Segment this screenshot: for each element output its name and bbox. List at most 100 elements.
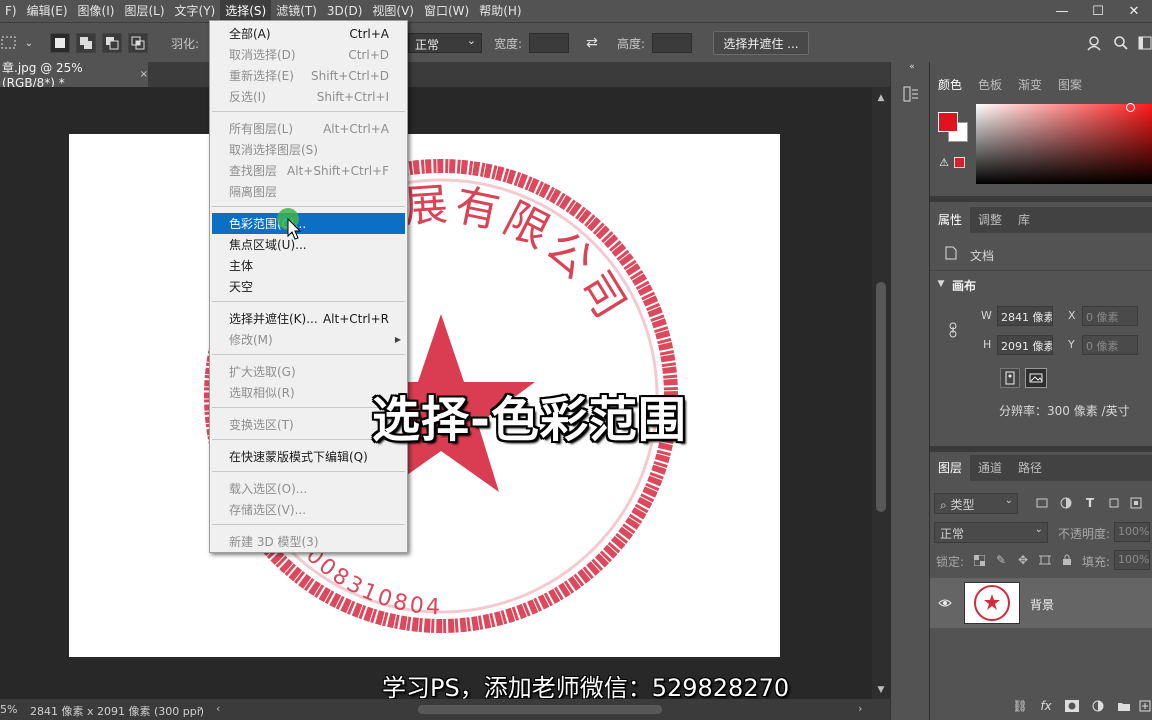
filter-type-icon[interactable]: T bbox=[1082, 495, 1098, 511]
swap-arrows-icon[interactable]: ⇄ bbox=[583, 34, 601, 52]
height-input[interactable] bbox=[652, 33, 692, 53]
blend-mode-select[interactable]: 正常 ⌄ bbox=[934, 522, 1048, 543]
scroll-up-icon[interactable]: ▲ bbox=[872, 91, 890, 105]
menu-edit[interactable]: 编辑(E) bbox=[22, 0, 73, 22]
tab-patterns[interactable]: 图案 bbox=[1058, 72, 1082, 98]
menu-3d[interactable]: 3D(D) bbox=[322, 0, 367, 22]
menu-layer[interactable]: 图层(L) bbox=[119, 0, 169, 22]
layer-name[interactable]: 背景 bbox=[1030, 596, 1054, 613]
new-layer-icon[interactable] bbox=[1138, 698, 1152, 714]
gamut-warning-icon[interactable]: ⚠ bbox=[938, 156, 950, 169]
menu-item-reselect[interactable]: 重新选择(E) Shift+Ctrl+D bbox=[212, 65, 405, 86]
new-adjustment-layer-icon[interactable] bbox=[1090, 698, 1106, 714]
menu-item-isolate-layers[interactable]: 隔离图层 bbox=[212, 181, 405, 202]
zoom-level[interactable]: 5% bbox=[0, 703, 17, 716]
filter-smart-object-icon[interactable] bbox=[1128, 495, 1144, 511]
close-icon[interactable]: × bbox=[140, 69, 148, 80]
chevron-right-icon[interactable]: › bbox=[198, 702, 202, 715]
filter-shape-icon[interactable] bbox=[1106, 495, 1122, 511]
search-icon[interactable] bbox=[1112, 34, 1130, 52]
portrait-orientation-icon[interactable] bbox=[1000, 368, 1020, 388]
menu-filter[interactable]: 滤镜(T) bbox=[271, 0, 322, 22]
menu-item-grow[interactable]: 扩大选取(G) bbox=[212, 361, 405, 382]
workspace-icon[interactable] bbox=[1136, 34, 1152, 52]
color-field[interactable] bbox=[976, 104, 1152, 184]
menu-item-select-and-mask[interactable]: 选择并遮住(K)... Alt+Ctrl+R bbox=[212, 308, 405, 329]
canvas-y-field[interactable]: 0 像素 bbox=[1082, 335, 1138, 355]
lock-artboard-icon[interactable] bbox=[1038, 553, 1052, 567]
menu-view[interactable]: 视图(V) bbox=[367, 0, 419, 22]
canvas-width-field[interactable]: 2841 像素 bbox=[997, 306, 1053, 326]
filter-adjustment-icon[interactable] bbox=[1058, 495, 1074, 511]
tab-gradients[interactable]: 渐变 bbox=[1018, 72, 1042, 98]
user-help-icon[interactable] bbox=[1085, 34, 1103, 52]
menu-item-sky[interactable]: 天空 bbox=[212, 276, 405, 297]
chevron-down-icon[interactable]: ▼ bbox=[936, 278, 946, 290]
opacity-field[interactable]: 100% bbox=[1114, 522, 1150, 542]
color-picker-handle[interactable] bbox=[1126, 103, 1135, 112]
vertical-scrollbar[interactable]: ▲ ▼ bbox=[872, 87, 890, 699]
minimize-button[interactable]: — bbox=[1044, 0, 1080, 22]
menu-item-modify[interactable]: 修改(M) ▶ bbox=[212, 329, 405, 350]
menu-item-focus-area[interactable]: 焦点区域(U)... bbox=[212, 234, 405, 255]
document-tab[interactable]: 章.jpg @ 25%(RGB/8*) * × bbox=[0, 61, 148, 90]
menu-item-inverse[interactable]: 反选(I) Shift+Ctrl+I bbox=[212, 86, 405, 107]
lock-transparent-icon[interactable] bbox=[972, 553, 986, 567]
new-group-icon[interactable] bbox=[1116, 698, 1132, 714]
menu-item-subject[interactable]: 主体 bbox=[212, 255, 405, 276]
lock-pixels-icon[interactable]: ✎ bbox=[994, 553, 1008, 567]
menu-item-save-selection[interactable]: 存储选区(V)... bbox=[212, 499, 405, 520]
horizontal-scroll-thumb[interactable] bbox=[418, 705, 662, 714]
layer-filter-select[interactable]: ⌕ 类型 ⌄ bbox=[934, 493, 1018, 514]
close-window-button[interactable]: ✕ bbox=[1116, 0, 1152, 22]
menu-type[interactable]: 文字(Y) bbox=[170, 0, 221, 22]
intersect-selection-button[interactable] bbox=[128, 33, 148, 53]
fx-icon[interactable]: fx bbox=[1038, 698, 1054, 714]
chevron-left-icon[interactable]: ‹ bbox=[216, 702, 220, 715]
fill-field[interactable]: 100% bbox=[1114, 550, 1150, 570]
link-layers-icon[interactable]: ⛓ bbox=[1012, 698, 1028, 714]
new-selection-button[interactable] bbox=[50, 33, 70, 53]
eye-icon[interactable] bbox=[937, 596, 953, 610]
menu-item-load-selection[interactable]: 载入选区(O)... bbox=[212, 478, 405, 499]
tab-properties[interactable]: 属性 bbox=[930, 207, 971, 233]
add-selection-button[interactable] bbox=[76, 33, 96, 53]
add-mask-icon[interactable] bbox=[1064, 698, 1080, 714]
gamut-warning-swatch[interactable] bbox=[954, 157, 965, 168]
width-input[interactable] bbox=[529, 33, 569, 53]
tab-libraries[interactable]: 库 bbox=[1018, 207, 1030, 233]
menu-item-select-all[interactable]: 全部(A) Ctrl+A bbox=[212, 23, 405, 44]
menu-help[interactable]: 帮助(H) bbox=[474, 0, 526, 22]
filter-pixel-icon[interactable] bbox=[1034, 495, 1050, 511]
foreground-color-swatch[interactable] bbox=[938, 112, 958, 132]
landscape-orientation-icon[interactable] bbox=[1025, 368, 1047, 388]
menu-item-deselect[interactable]: 取消选择(D) Ctrl+D bbox=[212, 44, 405, 65]
history-panel-icon[interactable] bbox=[901, 84, 921, 104]
link-icon[interactable] bbox=[946, 322, 960, 338]
tab-swatches[interactable]: 色板 bbox=[978, 72, 1002, 98]
marquee-tool-icon[interactable] bbox=[0, 34, 18, 52]
tab-adjustments[interactable]: 调整 bbox=[978, 207, 1002, 233]
canvas-x-field[interactable]: 0 像素 bbox=[1082, 306, 1138, 326]
menu-item-color-range[interactable]: 色彩范围(C)... bbox=[212, 213, 405, 234]
tab-paths[interactable]: 路径 bbox=[1018, 455, 1042, 481]
menu-item-new-3d-model[interactable]: 新建 3D 模型(3) bbox=[212, 531, 405, 552]
maximize-button[interactable]: ☐ bbox=[1080, 0, 1116, 22]
tab-layers[interactable]: 图层 bbox=[930, 455, 971, 481]
menu-window[interactable]: 窗口(W) bbox=[419, 0, 474, 22]
menu-image[interactable]: 图像(I) bbox=[73, 0, 120, 22]
vertical-scroll-thumb[interactable] bbox=[876, 282, 886, 512]
subtract-selection-button[interactable] bbox=[102, 33, 122, 53]
select-and-mask-button[interactable]: 选择并遮住 ... bbox=[713, 31, 809, 55]
menu-select[interactable]: 选择(S) bbox=[220, 0, 272, 22]
collapse-panels-icon[interactable]: « bbox=[905, 62, 919, 72]
chevron-down-icon[interactable]: ⌄ bbox=[20, 34, 38, 52]
lock-all-icon[interactable] bbox=[1060, 553, 1074, 567]
tab-channels[interactable]: 通道 bbox=[978, 455, 1002, 481]
tab-color[interactable]: 颜色 bbox=[938, 72, 962, 98]
lock-position-icon[interactable]: ✥ bbox=[1016, 553, 1030, 567]
menu-file[interactable]: F) bbox=[0, 0, 22, 22]
canvas-height-field[interactable]: 2091 像素 bbox=[997, 335, 1053, 355]
menu-item-find-layers[interactable]: 查找图层 Alt+Shift+Ctrl+F bbox=[212, 160, 405, 181]
menu-item-deselect-layers[interactable]: 取消选择图层(S) bbox=[212, 139, 405, 160]
